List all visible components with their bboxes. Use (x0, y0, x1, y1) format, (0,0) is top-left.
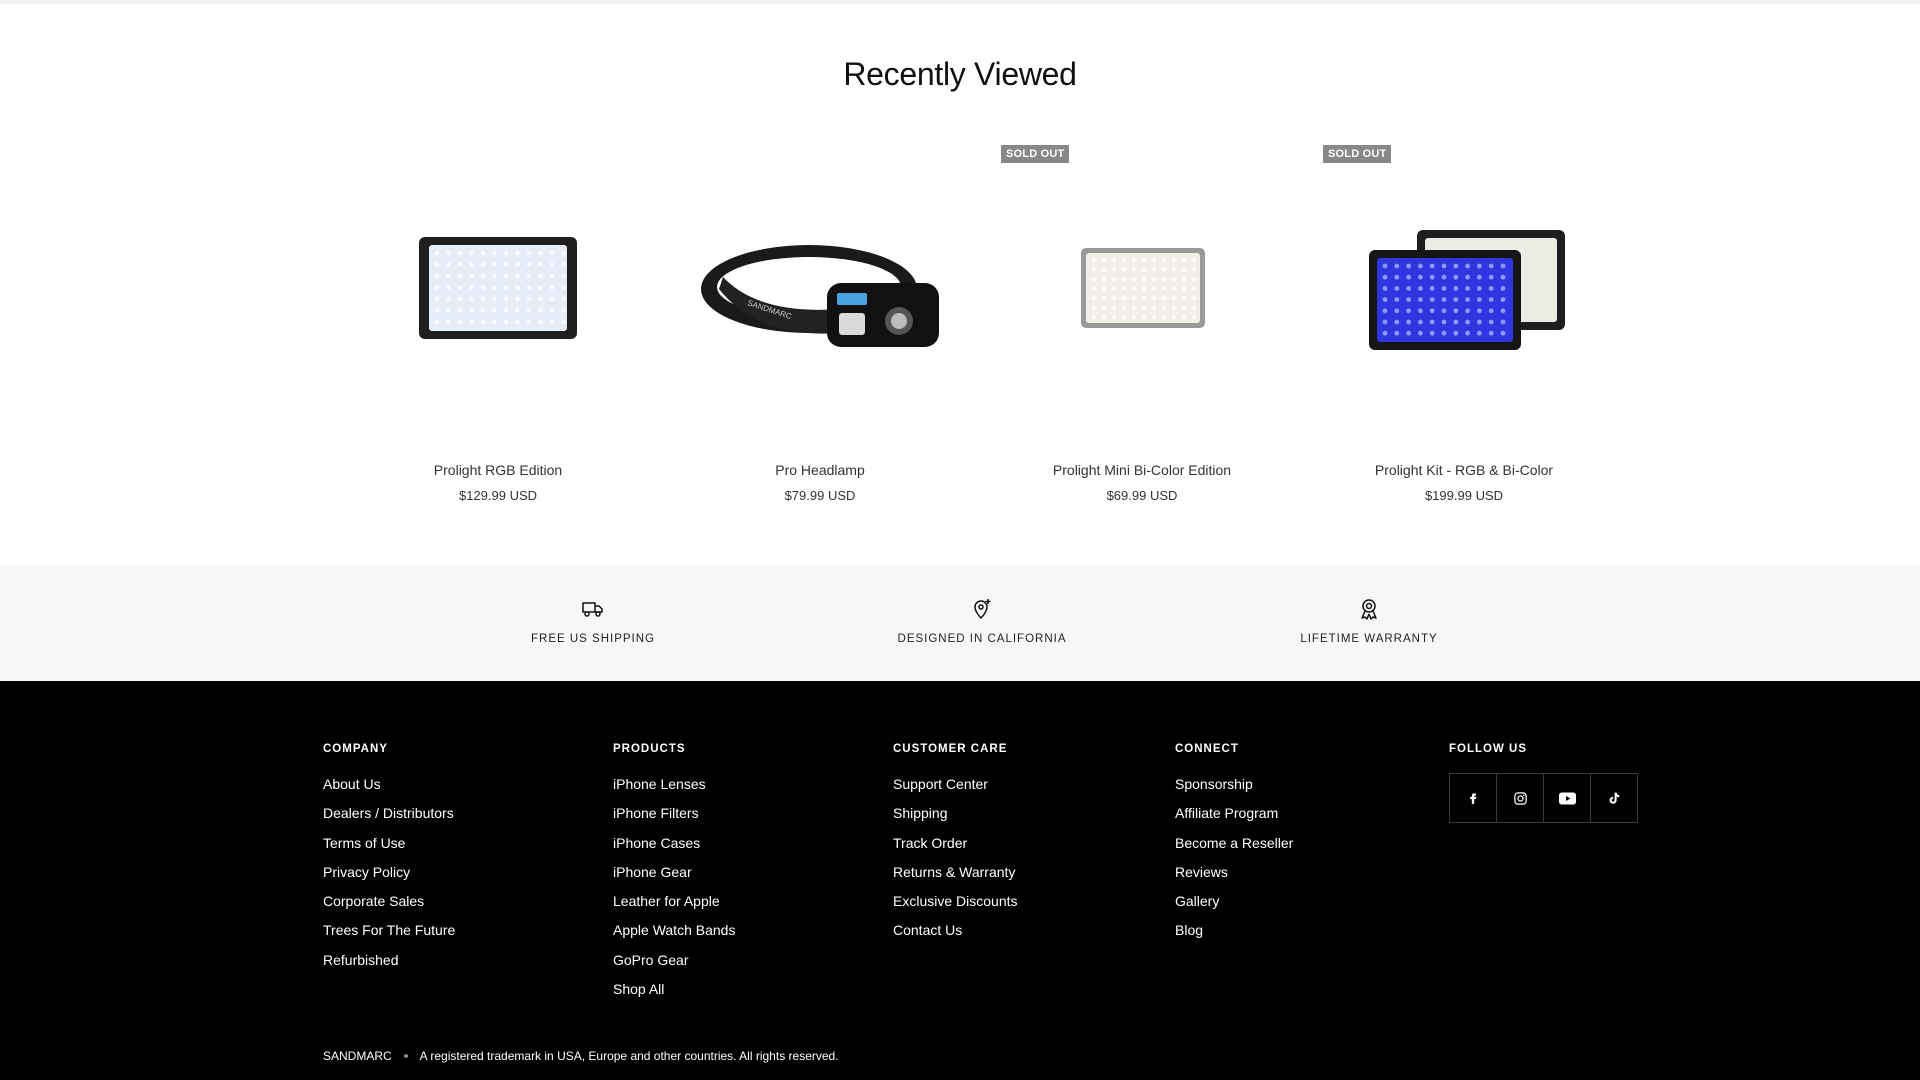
footer-heading: CONNECT (1175, 743, 1239, 755)
footer-link[interactable]: Privacy Policy (323, 863, 455, 881)
youtube-button[interactable] (1543, 773, 1591, 823)
instagram-icon (1513, 791, 1527, 805)
footer-link[interactable]: Become a Reseller (1175, 834, 1293, 852)
separator-dot (403, 1054, 408, 1058)
site-footer: COMPANY About Us Dealers / Distributors … (0, 681, 1920, 1080)
tiktok-button[interactable] (1590, 773, 1638, 823)
footer-heading: COMPANY (323, 743, 388, 755)
features-band: FREE US SHIPPING DESIGNED IN CALIFORNIA … (0, 565, 1920, 681)
footer-link[interactable]: Affiliate Program (1175, 804, 1293, 822)
footer-link[interactable]: iPhone Lenses (613, 775, 735, 793)
footer-link[interactable]: Refurbished (323, 951, 455, 969)
product-price: $69.99 USD (1106, 488, 1178, 503)
product-name[interactable]: Prolight Mini Bi-Color Edition (981, 462, 1303, 478)
feature-free-shipping: FREE US SHIPPING (463, 565, 723, 681)
feature-lifetime-warranty: LIFETIME WARRANTY (1239, 565, 1499, 681)
feature-designed-in-california: DESIGNED IN CALIFORNIA (852, 565, 1112, 681)
footer-link[interactable]: Exclusive Discounts (893, 892, 1018, 910)
instagram-button[interactable] (1496, 773, 1544, 823)
footer-column-products: PRODUCTS iPhone Lenses iPhone Filters iP… (613, 743, 735, 1009)
footer-link[interactable]: GoPro Gear (613, 951, 735, 969)
footer-heading: FOLLOW US (1449, 743, 1527, 755)
footer-link[interactable]: Returns & Warranty (893, 863, 1018, 881)
product-name[interactable]: Prolight Kit - RGB & Bi-Color (1303, 462, 1625, 478)
footer-link[interactable]: Leather for Apple (613, 892, 735, 910)
footer-link[interactable]: Contact Us (893, 921, 1018, 939)
product-image[interactable] (981, 144, 1303, 434)
product-card-prolight-rgb[interactable]: Prolight RGB Edition $129.99 USD (337, 144, 659, 514)
product-image[interactable] (337, 144, 659, 434)
location-pin-icon (974, 599, 991, 620)
footer-link[interactable]: Apple Watch Bands (613, 921, 735, 939)
footer-heading: CUSTOMER CARE (893, 743, 1008, 755)
footer-link[interactable]: Shipping (893, 804, 1018, 822)
footer-link[interactable]: Dealers / Distributors (323, 804, 455, 822)
product-card-prolight-kit[interactable]: SOLD OUT Prolight Kit - RGB & Bi-Color $… (1303, 144, 1625, 514)
footer-link[interactable]: Trees For The Future (323, 921, 455, 939)
footer-column-follow-us: FOLLOW US (1449, 743, 1527, 775)
product-image[interactable]: SANDMARC (659, 144, 981, 434)
product-price: $79.99 USD (784, 488, 856, 503)
product-image[interactable] (1303, 144, 1625, 434)
truck-icon (582, 602, 603, 617)
footer-link[interactable]: About Us (323, 775, 455, 793)
facebook-button[interactable] (1449, 773, 1497, 823)
feature-label: FREE US SHIPPING (531, 633, 655, 645)
product-card-prolight-mini[interactable]: SOLD OUT Prolight Mini Bi-Color Edition … (981, 144, 1303, 514)
footer-link[interactable]: iPhone Cases (613, 834, 735, 852)
footer-link[interactable]: Reviews (1175, 863, 1293, 881)
footer-link[interactable]: Terms of Use (323, 834, 455, 852)
top-divider (0, 0, 1920, 4)
footer-link[interactable]: iPhone Gear (613, 863, 735, 881)
footer-column-connect: CONNECT Sponsorship Affiliate Program Be… (1175, 743, 1293, 951)
footer-link[interactable]: Corporate Sales (323, 892, 455, 910)
product-name[interactable]: Pro Headlamp (659, 462, 981, 478)
feature-label: LIFETIME WARRANTY (1300, 633, 1438, 645)
product-card-pro-headlamp[interactable]: SANDMARC Pro Headlamp $79.99 USD (659, 144, 981, 514)
footer-link[interactable]: Sponsorship (1175, 775, 1293, 793)
tiktok-icon (1609, 792, 1620, 804)
footer-link[interactable]: iPhone Filters (613, 804, 735, 822)
prolight-rgb-image (419, 237, 577, 339)
social-links (1449, 773, 1638, 823)
footer-link[interactable]: Support Center (893, 775, 1018, 793)
footer-column-company: COMPANY About Us Dealers / Distributors … (323, 743, 455, 980)
product-price: $129.99 USD (458, 488, 538, 503)
prolight-mini-image (1081, 248, 1205, 328)
feature-label: DESIGNED IN CALIFORNIA (897, 633, 1067, 645)
footer-link[interactable]: Shop All (613, 980, 735, 998)
brand-name: SANDMARC (323, 1049, 392, 1063)
youtube-icon (1558, 791, 1576, 805)
footer-link[interactable]: Blog (1175, 921, 1293, 939)
footer-link[interactable]: Gallery (1175, 892, 1293, 910)
footer-heading: PRODUCTS (613, 743, 686, 755)
prolight-kit-image (1369, 230, 1565, 350)
pro-headlamp-image: SANDMARC (701, 245, 939, 347)
product-price: $199.99 USD (1424, 488, 1504, 503)
facebook-icon (1470, 793, 1477, 804)
recently-viewed-title: Recently Viewed (843, 56, 1077, 92)
footer-column-customer-care: CUSTOMER CARE Support Center Shipping Tr… (893, 743, 1018, 951)
copyright-line: SANDMARC A registered trademark in USA, … (323, 1049, 839, 1063)
product-name[interactable]: Prolight RGB Edition (337, 462, 659, 478)
award-ribbon-icon (1361, 599, 1377, 620)
footer-link[interactable]: Track Order (893, 834, 1018, 852)
copyright-text: A registered trademark in USA, Europe an… (419, 1049, 839, 1063)
